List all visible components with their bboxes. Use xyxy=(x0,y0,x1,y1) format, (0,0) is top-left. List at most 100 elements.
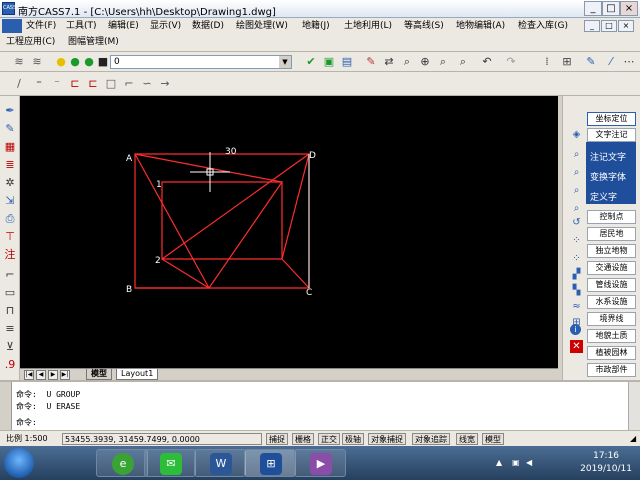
inner-rectangle[interactable] xyxy=(161,181,283,260)
system-clock[interactable]: 17:16 2019/10/11 xyxy=(580,450,632,476)
menu-contour[interactable]: 等高线(S) xyxy=(404,19,444,33)
brush-icon[interactable]: ✎ xyxy=(3,122,17,136)
value-icon[interactable]: .9 xyxy=(3,358,17,372)
taskbar-app-media[interactable]: ▶ xyxy=(294,449,346,477)
drawing-canvas[interactable]: A B C D 1 2 30 xyxy=(20,96,558,368)
settings-icon[interactable]: ✲ xyxy=(3,176,17,190)
edit-text-icon[interactable]: ✎ xyxy=(584,55,598,69)
document-icon[interactable] xyxy=(2,19,22,33)
command-input[interactable]: 命令: xyxy=(16,417,37,428)
control-point-button[interactable]: 控制点 xyxy=(587,210,636,224)
menu-drawing-process[interactable]: 绘图处理(W) xyxy=(236,19,288,33)
menu-engineering[interactable]: 工程应用(C) xyxy=(6,35,55,49)
layers-icon[interactable]: ≋ xyxy=(12,55,26,69)
tab-model[interactable]: 模型 xyxy=(86,369,112,380)
zoom-extents-icon[interactable]: ⌕ xyxy=(456,55,470,69)
menu-check-storage[interactable]: 检查入库(G) xyxy=(518,19,568,33)
menu-map-sheet[interactable]: 图幅管理(M) xyxy=(68,35,119,49)
zoom-in-icon[interactable]: ⊕ xyxy=(418,55,432,69)
make-current-icon[interactable]: ✔ xyxy=(304,55,318,69)
command-scrollbar[interactable] xyxy=(628,382,640,430)
layer-states-icon[interactable]: ≋ xyxy=(30,55,44,69)
flyout-annotate-text[interactable]: 注记文字 xyxy=(590,150,626,163)
maximize-button[interactable]: □ xyxy=(602,1,620,16)
tray-arrow-icon[interactable]: ◢ xyxy=(628,433,638,445)
next-tab-icon[interactable]: ▶ xyxy=(48,370,58,380)
menu-file[interactable]: 文件(F) xyxy=(26,19,56,33)
stamp-icon[interactable]: ⊻ xyxy=(3,340,17,354)
doc-restore-button[interactable]: □ xyxy=(601,20,617,32)
undo-icon[interactable]: ↶ xyxy=(480,55,494,69)
square-icon[interactable]: □ xyxy=(104,77,118,91)
match-properties-icon[interactable]: ⇄ xyxy=(382,55,396,69)
close-button[interactable]: × xyxy=(620,1,638,16)
layers-red-icon[interactable]: ≣ xyxy=(3,158,17,172)
snap-toggle[interactable]: 捕捉 xyxy=(266,433,288,445)
volume-icon[interactable]: ◀ xyxy=(526,459,534,467)
save-icon[interactable]: ▤ xyxy=(340,55,354,69)
pencil-icon[interactable]: ✎ xyxy=(364,55,378,69)
minimize-button[interactable]: _ xyxy=(584,1,602,16)
tab-layout1[interactable]: Layout1 xyxy=(116,369,159,380)
drawing-svg[interactable]: A B C D 1 2 30 xyxy=(20,96,558,368)
zoom-window-icon[interactable]: ⌕ xyxy=(400,55,414,69)
corner-icon[interactable]: ⌐ xyxy=(122,77,136,91)
list-icon[interactable]: ≡ xyxy=(3,322,17,336)
measure-icon[interactable]: ⋯ xyxy=(622,55,636,69)
flyout-change-font[interactable]: 变换字体 xyxy=(590,170,626,183)
taskbar-app-browser[interactable]: e xyxy=(96,449,148,477)
ortho-toggle[interactable]: 正交 xyxy=(318,433,340,445)
annotate-icon[interactable]: 注 xyxy=(3,248,17,262)
chevron-down-icon[interactable]: ▼ xyxy=(279,56,291,68)
flyout-define-text[interactable]: 定义字 xyxy=(590,190,617,203)
first-tab-icon[interactable]: |◀ xyxy=(24,370,34,380)
prev-tab-icon[interactable]: ◀ xyxy=(36,370,46,380)
hatch-line-icon[interactable]: ⁼ xyxy=(32,77,46,91)
open-file-icon[interactable]: ▣ xyxy=(322,55,336,69)
dash-line-icon[interactable]: ⁻ xyxy=(50,77,64,91)
taskbar-app-wechat[interactable]: ✉ xyxy=(144,449,196,477)
grid-icon[interactable]: ⁞ xyxy=(540,55,554,69)
sun-icon[interactable]: ● xyxy=(68,55,82,69)
tray-expand-icon[interactable]: ▲ xyxy=(496,459,504,467)
command-grip[interactable] xyxy=(0,382,12,430)
residential-button[interactable]: 居民地 xyxy=(587,227,636,241)
pen-icon[interactable]: ✒ xyxy=(3,104,17,118)
doc-minimize-button[interactable]: _ xyxy=(584,20,600,32)
taskbar-app-cass[interactable]: ⊞ xyxy=(244,449,296,477)
menu-tools[interactable]: 工具(T) xyxy=(66,19,97,33)
zoom-previous-icon[interactable]: ⌕ xyxy=(436,55,450,69)
bracket-icon[interactable]: ⊏ xyxy=(86,77,100,91)
draw-line-icon[interactable]: ⁄ xyxy=(604,55,618,69)
text-annotation-button[interactable]: 文字注记 xyxy=(587,128,636,142)
layout-icon[interactable]: ⊞ xyxy=(560,55,574,69)
municipal-button[interactable]: 市政部件 xyxy=(587,363,636,377)
model-toggle[interactable]: 模型 xyxy=(482,433,504,445)
inner-polygon[interactable] xyxy=(134,153,284,290)
taskbar-app-word[interactable]: W xyxy=(194,449,246,477)
grid-toggle[interactable]: 栅格 xyxy=(292,433,314,445)
outer-boundary[interactable] xyxy=(134,153,310,289)
polyline-icon[interactable]: / xyxy=(12,77,26,91)
table-icon[interactable]: ▦ xyxy=(3,140,17,154)
coordinate-locate-button[interactable]: 坐标定位 xyxy=(587,112,636,126)
menu-view[interactable]: 显示(V) xyxy=(150,19,181,33)
independent-feature-button[interactable]: 独立地物 xyxy=(587,244,636,258)
corner-tool-icon[interactable]: ⌐ xyxy=(3,268,17,282)
edge-line-c[interactable] xyxy=(281,258,310,289)
edge-line-b[interactable] xyxy=(161,258,210,289)
transport-button[interactable]: 交通设施 xyxy=(587,261,636,275)
doc-close-button[interactable]: × xyxy=(618,20,634,32)
color-swatch-icon[interactable]: ■ xyxy=(96,55,110,69)
close-panel-icon[interactable]: ✕ xyxy=(570,340,583,353)
polar-toggle[interactable]: 极轴 xyxy=(342,433,364,445)
layer-dropdown[interactable]: 0 ▼ xyxy=(110,55,292,69)
rectangle-icon[interactable]: ▭ xyxy=(3,286,17,300)
info-icon[interactable]: i xyxy=(570,324,581,335)
menu-land-use[interactable]: 土地利用(L) xyxy=(344,19,392,33)
network-icon[interactable]: ▣ xyxy=(512,459,520,467)
lightbulb-icon[interactable]: ● xyxy=(54,55,68,69)
start-button[interactable] xyxy=(4,448,34,478)
menu-feature-edit[interactable]: 地物编辑(A) xyxy=(456,19,505,33)
wave-icon[interactable]: ∽ xyxy=(140,77,154,91)
